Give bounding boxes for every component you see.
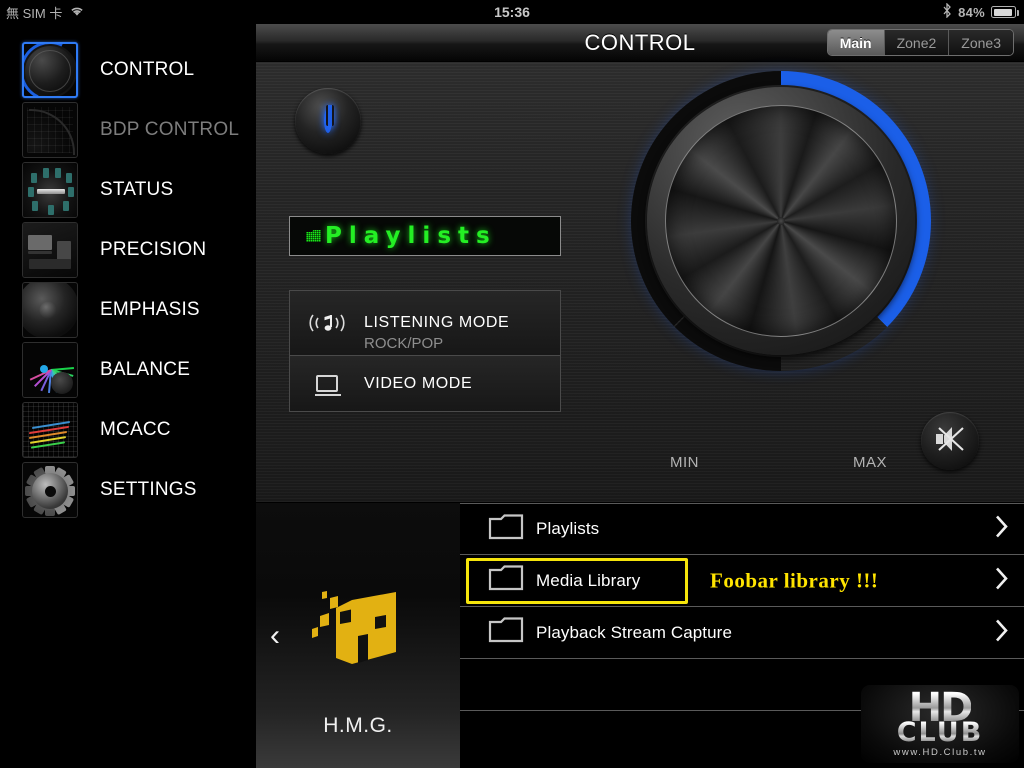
annotation-label: Foobar library !!! — [710, 568, 879, 592]
sidebar-item-status[interactable]: STATUS — [0, 160, 256, 220]
listening-mode-icon — [290, 312, 364, 334]
video-mode-label: VIDEO MODE — [364, 374, 473, 392]
chevron-left-icon[interactable]: ‹ — [270, 621, 280, 651]
power-button[interactable] — [295, 88, 361, 154]
mute-button[interactable] — [921, 412, 979, 470]
volume-knob[interactable] — [631, 71, 931, 371]
sidebar-item-label: BDP CONTROL — [100, 119, 240, 140]
browser-section: ‹ H.M.G. Playlists Media Library Foobar … — [256, 503, 1024, 768]
sidebar-item-label: CONTROL — [100, 59, 195, 80]
sidebar-item-precision[interactable]: PRECISION — [0, 220, 256, 280]
status-bar: 無 SIM 卡 15:36 84% — [0, 0, 1024, 24]
mute-icon — [933, 424, 967, 459]
list-item[interactable]: Media Library Foobar library !!! — [460, 555, 1024, 607]
volume-max-label: MAX — [853, 454, 888, 471]
source-panel: ‹ H.M.G. — [256, 503, 460, 768]
chevron-right-icon — [994, 565, 1010, 596]
monitor-icon — [290, 375, 364, 396]
source-name-label: H.M.G. — [323, 714, 393, 737]
av-room-icon — [22, 222, 78, 278]
sidebar-item-emphasis[interactable]: EMPHASIS — [0, 280, 256, 340]
folder-icon — [488, 564, 526, 597]
list-item-label: Media Library — [536, 570, 641, 590]
listening-mode-label: LISTENING MODE — [364, 314, 510, 331]
list-item[interactable]: Playback Stream Capture — [460, 607, 1024, 659]
zone-segmented-control[interactable]: Main Zone2 Zone3 — [826, 29, 1014, 56]
zone-tab-zone3[interactable]: Zone3 — [948, 30, 1013, 55]
woofer-icon — [22, 282, 78, 338]
volume-knob-dial[interactable] — [665, 105, 897, 337]
zone-tab-main[interactable]: Main — [827, 30, 884, 55]
speaker-layout-icon — [22, 162, 78, 218]
sidebar-item-label: EMPHASIS — [100, 299, 200, 320]
main-header: CONTROL Main Zone2 Zone3 — [256, 24, 1024, 62]
battery-percent-label: 84% — [958, 4, 985, 20]
chevron-right-icon — [994, 617, 1010, 648]
video-mode-button[interactable]: VIDEO MODE — [289, 356, 561, 412]
gear-icon — [22, 462, 78, 518]
list-item-label: Playback Stream Capture — [536, 622, 732, 642]
source-display-text: Playlists — [325, 223, 497, 249]
watermark-line2: CLUB — [896, 716, 984, 748]
sidebar-item-label: BALANCE — [100, 359, 191, 380]
zone-tab-zone2[interactable]: Zone2 — [883, 30, 949, 55]
battery-icon — [991, 6, 1019, 18]
hmg-logo-icon — [308, 586, 408, 678]
watermark-url: www.HD.Club.tw — [893, 747, 987, 759]
listening-mode-button[interactable]: LISTENING MODE ROCK/POP — [289, 290, 561, 356]
spectrum-fan-icon — [22, 342, 78, 398]
folder-icon — [488, 616, 526, 649]
volume-knob-icon — [22, 42, 78, 98]
list-item-label: Playlists — [536, 519, 600, 538]
sidebar-item-control[interactable]: CONTROL — [0, 40, 256, 100]
list-item[interactable]: Playlists — [460, 503, 1024, 555]
status-bar-clock: 15:36 — [494, 4, 530, 20]
sidebar-item-label: MCACC — [100, 419, 171, 440]
eq-mesh-icon — [22, 402, 78, 458]
volume-min-label: MIN — [670, 454, 699, 471]
app-root: 無 SIM 卡 15:36 84% CONTROL BDP CONTROL ST… — [0, 0, 1024, 768]
source-display: Playlists — [289, 216, 561, 256]
mode-buttons: LISTENING MODE ROCK/POP VIDEO MODE — [289, 290, 561, 412]
folder-icon — [306, 230, 321, 242]
status-bar-right: 84% — [942, 0, 1019, 24]
hd-club-watermark: HD CLUB www.HD.Club.tw — [861, 685, 1019, 763]
sidebar-item-label: SETTINGS — [100, 479, 197, 500]
dpad-grid-icon — [22, 102, 78, 158]
folder-icon — [488, 513, 526, 546]
sidebar-item-label: PRECISION — [100, 239, 207, 260]
listening-mode-value: ROCK/POP — [364, 335, 444, 352]
sidebar: CONTROL BDP CONTROL STATUS PRECISION EMP… — [0, 24, 256, 768]
control-panel: Playlists LISTENING MODE ROCK/POP VIDEO … — [256, 62, 1024, 503]
sidebar-item-bdp-control[interactable]: BDP CONTROL — [0, 100, 256, 160]
chevron-right-icon — [994, 514, 1010, 545]
sidebar-item-mcacc[interactable]: MCACC — [0, 400, 256, 460]
sidebar-item-balance[interactable]: BALANCE — [0, 340, 256, 400]
sidebar-item-settings[interactable]: SETTINGS — [0, 460, 256, 520]
bluetooth-icon — [942, 2, 952, 21]
power-icon — [324, 105, 334, 133]
sidebar-item-label: STATUS — [100, 179, 174, 200]
